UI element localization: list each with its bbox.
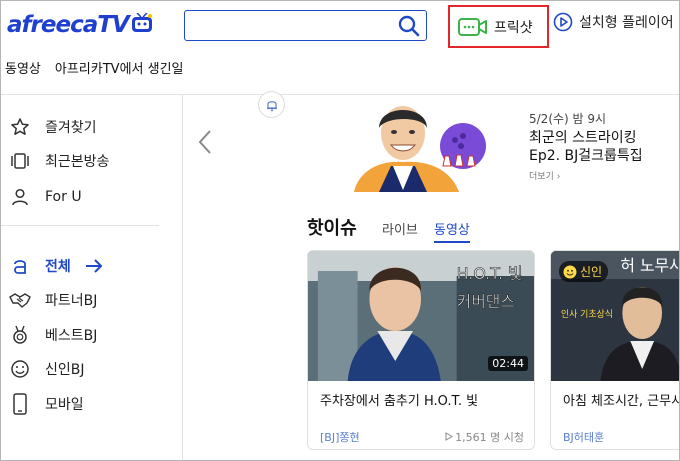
freecast-button[interactable]: 프릭샷 [448,5,549,48]
banner-date: 5/2(수) 밤 9시 [529,112,607,126]
handshake-icon [9,289,31,311]
chevron-left-icon[interactable] [197,129,213,155]
sidebar-item-favorites[interactable]: 즐겨찾기 [9,116,97,138]
sidebar-item-for-u[interactable]: For U [9,186,82,208]
thumb-text: 허 노무사의 [620,256,680,275]
arrow-right-icon [85,259,103,273]
logo-text: afreecaTV [7,12,130,38]
banner-more-link[interactable]: 더보기 › [529,169,560,182]
svg-text:커버댄스: 커버댄스 [457,292,515,311]
video-duration: 02:44 [488,356,528,371]
sidebar: 즐겨찾기 최근본방송 For U 전체 파트너BJ 베스트BJ 신인BJ 모바일 [1,95,183,460]
sidebar-item-mobile[interactable]: 모바일 [9,393,84,415]
play-circle-icon [553,12,573,32]
video-views-count: 1,561 명 시청 [455,431,524,444]
video-card[interactable]: H.O.T. 빛 커버댄스 02:44 주차장에서 춤추기 H.O.T. 빛 [… [307,250,535,450]
sidebar-item-label: 파트너BJ [45,293,98,309]
hot-issue-title: 핫이슈 [307,218,357,239]
tab-live[interactable]: 라이브 [382,219,418,238]
video-views: 1,561 명 시청 [445,429,524,445]
sidebar-item-label: 베스트BJ [45,328,98,344]
video-author[interactable]: [BJ]쫑현 [320,429,360,445]
medal-icon [9,324,31,346]
all-icon [9,255,31,277]
svg-text:인사 기초상식: 인사 기초상식 [561,309,613,320]
sidebar-item-label: 신인BJ [45,362,85,378]
search-icon[interactable] [398,15,420,37]
rookie-badge-label: 신인 [580,265,603,279]
sidebar-item-partner-bj[interactable]: 파트너BJ [9,289,97,311]
sidebar-item-label: 전체 [45,259,71,275]
video-title[interactable]: 주차장에서 춤추기 H.O.T. 빛 [320,390,478,409]
video-card[interactable]: 허 노무사의 인사 기초상식 신인 아침 체조시간, 근무시 BJ허태훈 [550,250,680,450]
sidebar-item-rookie-bj[interactable]: 신인BJ [9,358,85,380]
sidebar-item-label: 최근본방송 [45,154,110,170]
sidebar-item-label: For U [45,189,82,205]
install-player-label: 설치형 플레이어 [579,15,674,31]
install-player-link[interactable]: 설치형 플레이어 [553,12,674,32]
person-icon [9,186,31,208]
video-author[interactable]: BJ허태훈 [563,429,604,445]
sidebar-divider [1,225,159,226]
video-camera-icon [458,17,487,36]
bell-icon [266,100,277,111]
tab-vod[interactable]: 동영상 [434,219,470,243]
banner-image[interactable] [351,100,491,192]
subnav-item-vod[interactable]: 동영상 [5,58,41,77]
star-icon [9,116,31,138]
recent-icon [9,150,31,172]
subnav-item-events[interactable]: 아프리카TV에서 생긴일 [55,58,184,77]
banner-title-line1[interactable]: 최군의 스트라이킹 [529,127,637,147]
logo[interactable]: afreecaTV [7,10,153,40]
notification-button[interactable] [258,91,285,118]
video-title[interactable]: 아침 체조시간, 근무시 [563,390,679,409]
smile-icon [563,265,577,278]
sidebar-item-recent[interactable]: 최근본방송 [9,150,109,172]
sub-navigation: 동영상 아프리카TV에서 생긴일 [1,58,184,77]
sidebar-item-label: 즐겨찾기 [45,120,97,136]
banner-title-line2[interactable]: Ep2. BJ걸크룹특집 [529,145,643,165]
freecast-label: 프릭샷 [494,19,533,36]
sidebar-item-label: 모바일 [45,397,84,413]
smile-icon [9,358,31,380]
sidebar-item-best-bj[interactable]: 베스트BJ [9,324,97,346]
rookie-badge: 신인 [559,261,609,282]
tv-mascot-icon [131,13,152,32]
play-icon [445,432,454,441]
search-input[interactable] [184,10,427,41]
browser-frame: afreecaTV 프릭샷 설치형 플레이어 동영상 아프리카TV에서 생긴일 … [0,0,680,461]
mobile-icon [9,393,31,415]
sidebar-item-all[interactable]: 전체 [9,255,103,277]
svg-text:H.O.T. 빛: H.O.T. 빛 [457,264,523,283]
